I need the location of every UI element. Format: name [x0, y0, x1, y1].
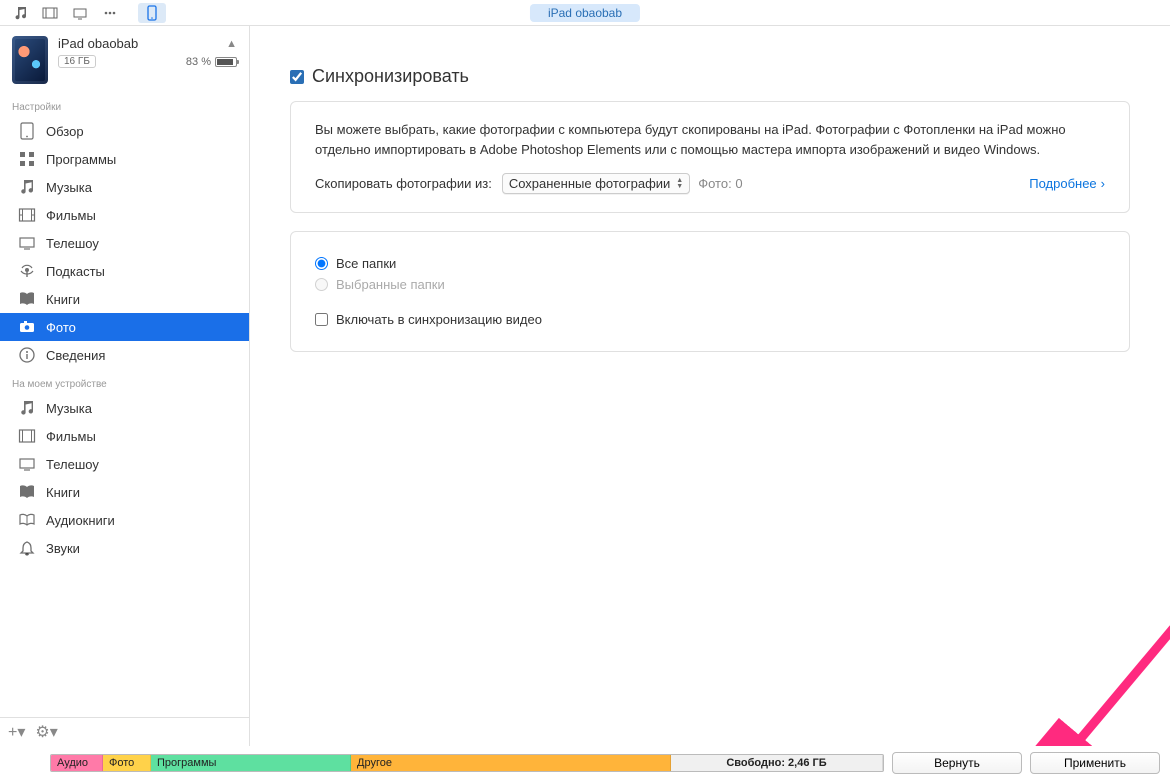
info-text: Вы можете выбрать, какие фотографии с ко…: [315, 120, 1105, 159]
sidebar-item-info[interactable]: Сведения: [0, 341, 249, 369]
device-name: iPad obaobab: [58, 36, 226, 51]
storage-usage-bar: Аудио Фото Программы Другое Свободно: 2,…: [50, 754, 884, 772]
media-more-icon[interactable]: [96, 3, 124, 23]
tvshows-icon: [18, 234, 36, 252]
gear-icon[interactable]: ⚙︎▾: [35, 722, 57, 742]
books-icon: [18, 290, 36, 308]
sidebar-item-podcasts[interactable]: Подкасты: [0, 257, 249, 285]
overview-icon: [18, 122, 36, 140]
media-music-icon[interactable]: [6, 3, 34, 23]
books-icon: [18, 483, 36, 501]
ondevice-item-audiobooks[interactable]: Аудиокниги: [0, 506, 249, 534]
movies-icon: [18, 427, 36, 445]
revert-button[interactable]: Вернуть: [892, 752, 1022, 774]
podcasts-icon: [18, 262, 36, 280]
radio-all-folders[interactable]: [315, 257, 328, 270]
annotation-arrow: [1011, 499, 1170, 746]
section-ondevice-label: На моем устройстве: [0, 369, 249, 394]
audiobooks-icon: [18, 511, 36, 529]
sidebar-item-tvshows[interactable]: Телешоу: [0, 229, 249, 257]
folder-select-value: Сохраненные фотографии: [509, 176, 670, 191]
folder-options-panel: Все папки Выбранные папки Включать в син…: [290, 231, 1130, 352]
sidebar-item-label: Программы: [46, 152, 116, 167]
sidebar-item-label: Книги: [46, 485, 80, 500]
media-movies-icon[interactable]: [36, 3, 64, 23]
sidebar-item-music[interactable]: Музыка: [0, 173, 249, 201]
sidebar-item-movies[interactable]: Фильмы: [0, 201, 249, 229]
opt-selected-label: Выбранные папки: [336, 277, 445, 292]
sync-label: Синхронизировать: [312, 66, 469, 87]
ondevice-item-tones[interactable]: Звуки: [0, 534, 249, 562]
sidebar-item-label: Фильмы: [46, 208, 96, 223]
main-content: Синхронизировать Вы можете выбрать, каки…: [250, 26, 1170, 746]
usage-other-segment: Другое: [351, 755, 671, 771]
sidebar-item-label: Телешоу: [46, 236, 99, 251]
device-header: iPad obaobab ▲ 16 ГБ 83 %: [0, 26, 249, 92]
battery-icon: [215, 57, 237, 67]
eject-icon[interactable]: ▲: [226, 38, 237, 50]
sidebar-item-label: Звуки: [46, 541, 80, 556]
sidebar-item-label: Аудиокниги: [46, 513, 115, 528]
sidebar-item-label: Обзор: [46, 124, 84, 139]
photo-count: Фото: 0: [698, 176, 742, 191]
ondevice-item-movies[interactable]: Фильмы: [0, 422, 249, 450]
ondevice-item-tvshows[interactable]: Телешоу: [0, 450, 249, 478]
sync-info-panel: Вы можете выбрать, какие фотографии с ко…: [290, 101, 1130, 213]
sidebar-item-label: Музыка: [46, 180, 92, 195]
chevron-right-icon: ›: [1101, 176, 1105, 191]
sidebar-item-programs[interactable]: Программы: [0, 145, 249, 173]
sidebar-item-label: Музыка: [46, 401, 92, 416]
tones-icon: [18, 539, 36, 557]
copy-from-label: Скопировать фотографии из:: [315, 176, 492, 191]
usage-free-segment: Свободно: 2,46 ГБ: [671, 755, 883, 771]
media-type-buttons: [6, 3, 124, 23]
radio-selected-folders: [315, 278, 328, 291]
title-toolbar: iPad obaobab: [0, 0, 1170, 26]
music-icon: [18, 178, 36, 196]
opt-include-video-label: Включать в синхронизацию видео: [336, 312, 542, 327]
ondevice-item-books[interactable]: Книги: [0, 478, 249, 506]
device-title-pill[interactable]: iPad obaobab: [530, 4, 640, 22]
usage-audio-segment: Аудио: [51, 755, 103, 771]
more-link[interactable]: Подробнее ›: [1029, 176, 1105, 191]
usage-photo-segment: Фото: [103, 755, 151, 771]
ondevice-item-music[interactable]: Музыка: [0, 394, 249, 422]
sidebar-item-label: Телешоу: [46, 457, 99, 472]
info-icon: [18, 346, 36, 364]
storage-badge: 16 ГБ: [58, 55, 96, 68]
sidebar-footer: +▾ ⚙︎▾: [0, 717, 249, 746]
sidebar-item-label: Фильмы: [46, 429, 96, 444]
bottom-bar: Аудио Фото Программы Другое Свободно: 2,…: [0, 746, 1170, 780]
tvshows-icon: [18, 455, 36, 473]
sync-checkbox[interactable]: [290, 70, 304, 84]
sidebar-item-books[interactable]: Книги: [0, 285, 249, 313]
sidebar-item-label: Сведения: [46, 348, 105, 363]
add-playlist-icon[interactable]: +▾: [8, 722, 25, 742]
section-settings-label: Настройки: [0, 92, 249, 117]
sidebar-item-label: Фото: [46, 320, 76, 335]
folder-select[interactable]: Сохраненные фотографии ▲▼: [502, 173, 690, 194]
sidebar-item-overview[interactable]: Обзор: [0, 117, 249, 145]
checkbox-include-video[interactable]: [315, 313, 328, 326]
apply-button[interactable]: Применить: [1030, 752, 1160, 774]
opt-all-label: Все папки: [336, 256, 396, 271]
sidebar-item-label: Книги: [46, 292, 80, 307]
media-tvshows-icon[interactable]: [66, 3, 94, 23]
sidebar-item-label: Подкасты: [46, 264, 105, 279]
sidebar-item-photos[interactable]: Фото: [0, 313, 249, 341]
device-thumbnail: [12, 36, 48, 84]
usage-programs-segment: Программы: [151, 755, 351, 771]
device-button-icon[interactable]: [138, 3, 166, 23]
battery-percent: 83 %: [186, 56, 211, 68]
music-icon: [18, 399, 36, 417]
sidebar: iPad obaobab ▲ 16 ГБ 83 % Настройки Обзо…: [0, 26, 250, 746]
apps-icon: [18, 150, 36, 168]
photos-icon: [18, 318, 36, 336]
stepper-icon: ▲▼: [676, 178, 683, 190]
movies-icon: [18, 206, 36, 224]
